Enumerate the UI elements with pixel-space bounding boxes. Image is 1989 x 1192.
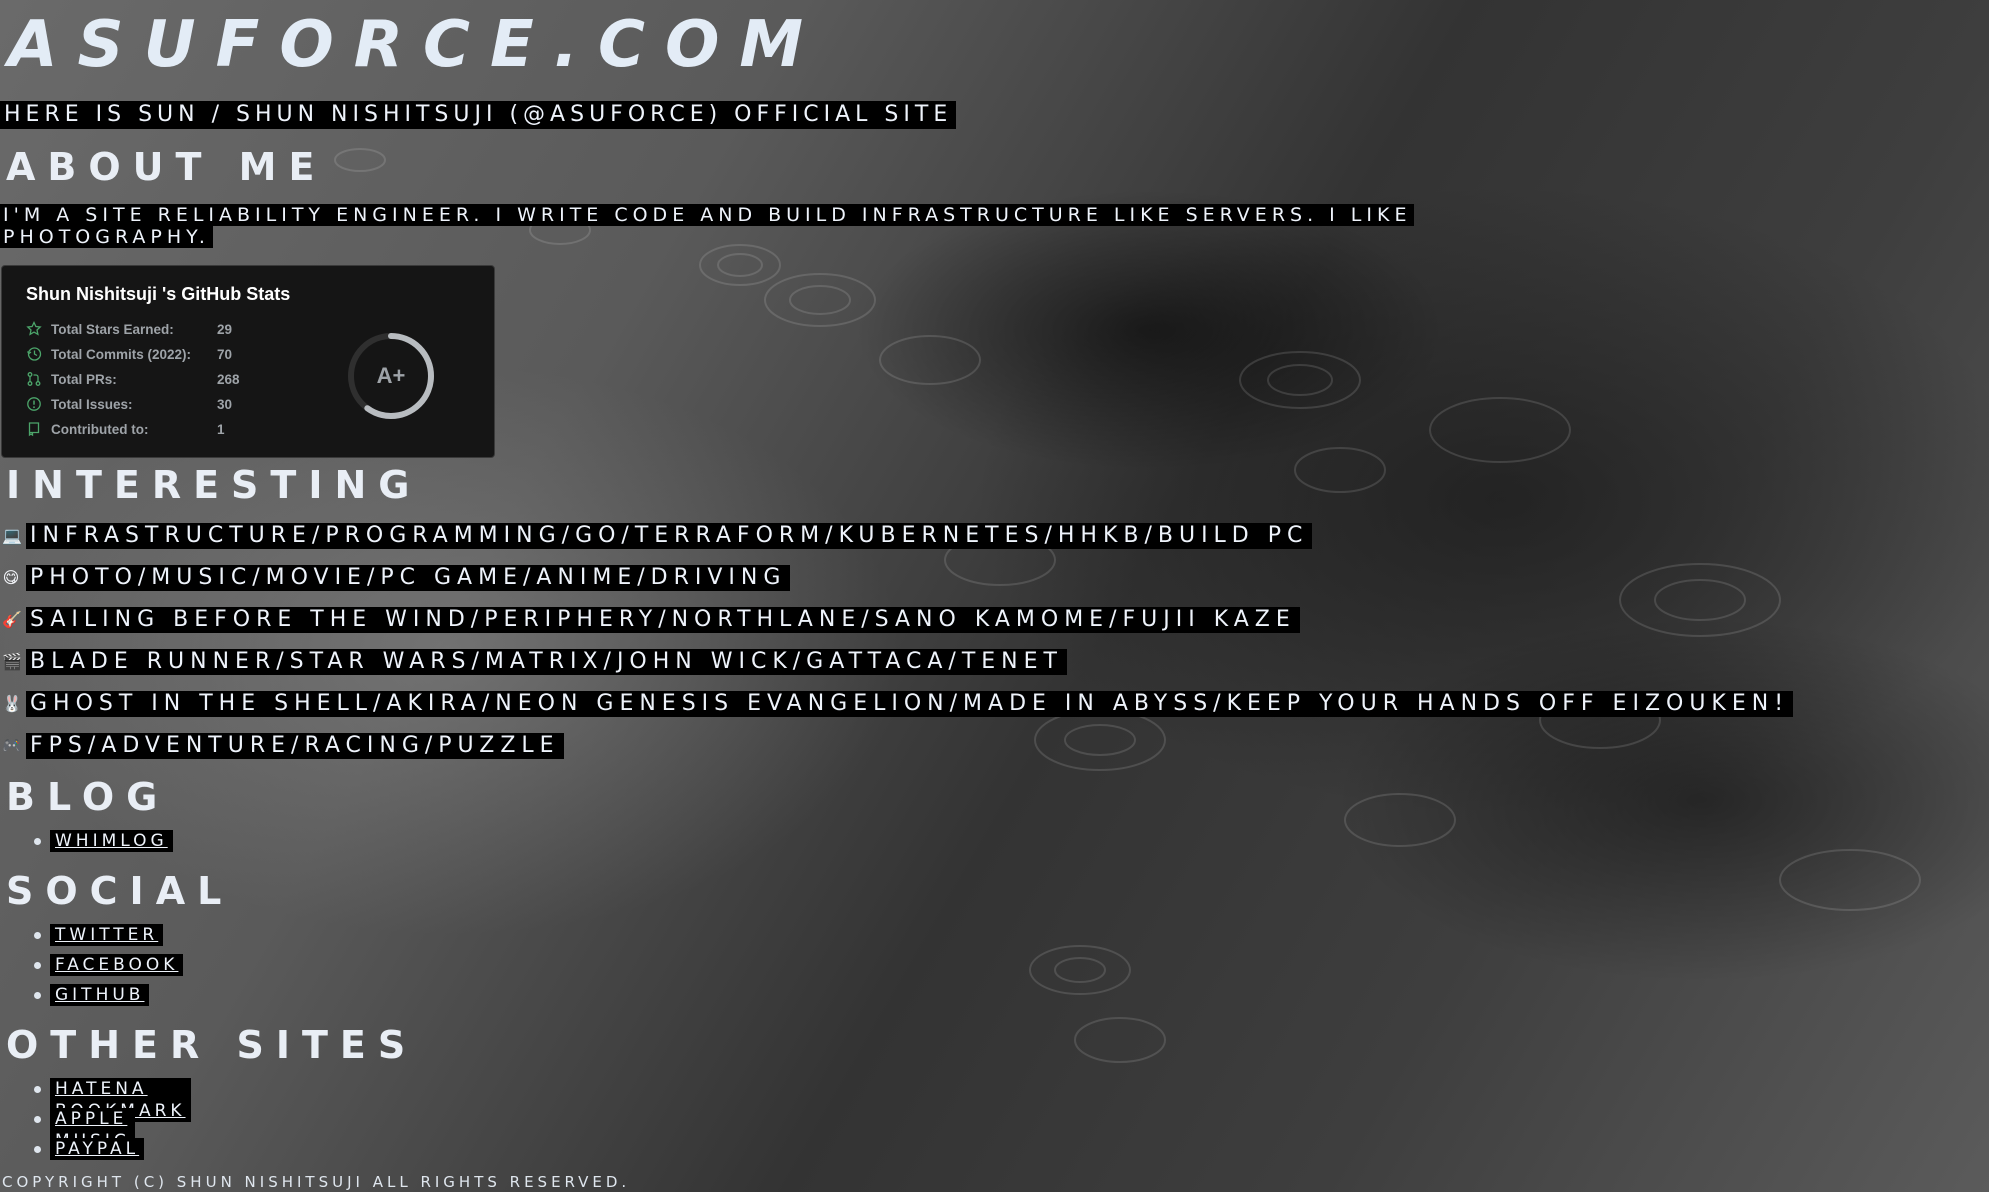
laptop-icon: 💻 <box>2 526 22 545</box>
github-stat-row: Total Issues: 30 <box>26 394 232 414</box>
history-icon <box>26 347 42 361</box>
social-link-github[interactable]: GitHub <box>50 984 150 1006</box>
github-stat-row: Contributed to: 1 <box>26 419 225 439</box>
interesting-heading: Interesting <box>6 463 422 507</box>
blog-heading: Blog <box>6 775 170 819</box>
rank-grade: A+ <box>376 363 406 388</box>
bullet-icon <box>34 1086 41 1093</box>
site-title: Asuforce.com <box>8 8 824 82</box>
bullet-icon <box>34 1146 41 1153</box>
bullet-icon <box>34 1116 41 1123</box>
interest-item: 🎮 FPS/Adventure/Racing/Puzzle <box>0 733 564 759</box>
bullet-icon <box>34 838 41 845</box>
issue-icon <box>27 397 41 411</box>
blog-link-whimlog[interactable]: whimlog <box>50 830 173 852</box>
about-heading: About me <box>6 145 327 189</box>
github-stats-title: Shun Nishitsuji 's GitHub Stats <box>26 284 291 304</box>
bullet-icon <box>34 932 41 939</box>
interest-item: 🎸 Sailing Before The Wind/Periphery/Nort… <box>0 607 1300 633</box>
pull-request-icon <box>27 372 41 386</box>
social-heading: Social <box>6 869 234 913</box>
gamepad-icon: 🎮 <box>2 736 22 755</box>
repo-icon <box>28 422 40 437</box>
guitar-icon: 🎸 <box>2 610 22 629</box>
clapper-icon: 🎬 <box>2 652 22 671</box>
other-link-paypal[interactable]: PayPal <box>50 1138 145 1160</box>
interest-item: 🐰 Ghost in the Shell/AKIRA/Neon Genesis … <box>0 691 1794 717</box>
interest-item: 🎬 Blade Runner/Star Wars/Matrix/John Wic… <box>0 649 1067 675</box>
site-tagline: Here is Sun / Shun Nishitsuji (@asuforce… <box>0 101 957 129</box>
about-text-line: photography. <box>0 226 213 248</box>
interest-item: 😋 Photo/Music/Movie/PC Game/Anime/Drivin… <box>0 565 791 591</box>
social-link-twitter[interactable]: Twitter <box>50 924 164 946</box>
interest-item: 💻 Infrastructure/Programming/Go/Terrafor… <box>0 523 1313 549</box>
github-stat-row: Total Stars Earned: 29 <box>26 319 232 339</box>
footer-copyright: Copyright (C) Shun Nishitsuji All Rights… <box>2 1173 631 1191</box>
star-icon <box>26 321 42 336</box>
github-stat-row: Total Commits (2022): 70 <box>26 344 232 364</box>
about-text: I'm a Site Reliability Engineer. I write… <box>0 204 1725 248</box>
social-link-facebook[interactable]: Facebook <box>50 954 184 976</box>
github-stats-card[interactable]: Shun Nishitsuji 's GitHub Stats Total St… <box>1 265 495 458</box>
smile-icon: 😋 <box>2 568 20 587</box>
other-sites-heading: Other Sites <box>6 1023 418 1067</box>
bullet-icon <box>34 962 41 969</box>
about-text-line: I'm a Site Reliability Engineer. I write… <box>0 204 1415 226</box>
bullet-icon <box>34 992 41 999</box>
rabbit-icon: 🐰 <box>2 694 22 713</box>
github-stat-row: Total PRs: 268 <box>26 369 240 389</box>
